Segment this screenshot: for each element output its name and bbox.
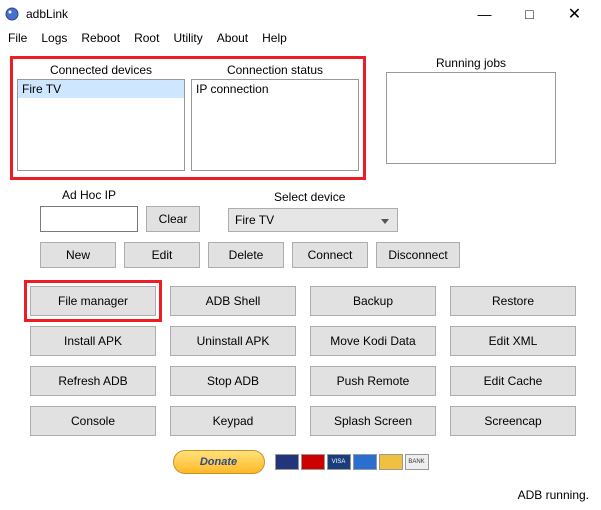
install-apk-button[interactable]: Install APK — [30, 326, 156, 356]
keypad-button[interactable]: Keypad — [170, 406, 296, 436]
backup-button[interactable]: Backup — [310, 286, 436, 316]
move-kodi-data-button[interactable]: Move Kodi Data — [310, 326, 436, 356]
menu-file[interactable]: File — [8, 31, 27, 45]
uninstall-apk-button[interactable]: Uninstall APK — [170, 326, 296, 356]
running-jobs-list[interactable] — [386, 72, 556, 164]
menu-help[interactable]: Help — [262, 31, 287, 45]
menu-root[interactable]: Root — [134, 31, 159, 45]
connection-status-list[interactable]: IP connection — [191, 79, 359, 171]
select-device-dropdown[interactable]: Fire TV — [228, 208, 398, 232]
edit-xml-button[interactable]: Edit XML — [450, 326, 576, 356]
menu-logs[interactable]: Logs — [41, 31, 67, 45]
stop-adb-button[interactable]: Stop ADB — [170, 366, 296, 396]
refresh-adb-button[interactable]: Refresh ADB — [30, 366, 156, 396]
connect-button[interactable]: Connect — [292, 242, 368, 268]
close-button[interactable]: ✕ — [552, 0, 597, 28]
app-icon — [4, 6, 20, 22]
disconnect-button[interactable]: Disconnect — [376, 242, 460, 268]
delete-button[interactable]: Delete — [208, 242, 284, 268]
file-manager-button[interactable]: File manager — [30, 286, 156, 316]
titlebar: adbLink — □ ✕ — [0, 0, 601, 28]
adhoc-ip-label: Ad Hoc IP — [62, 188, 116, 202]
menu-reboot[interactable]: Reboot — [81, 31, 120, 45]
restore-button[interactable]: Restore — [450, 286, 576, 316]
connected-devices-list[interactable]: Fire TV — [17, 79, 185, 171]
app-window: adbLink — □ ✕ File Logs Reboot Root Util… — [0, 0, 601, 510]
list-item: IP connection — [192, 80, 358, 98]
edit-cache-button[interactable]: Edit Cache — [450, 366, 576, 396]
connection-status-label: Connection status — [227, 63, 323, 77]
adb-shell-button[interactable]: ADB Shell — [170, 286, 296, 316]
connected-devices-label: Connected devices — [50, 63, 152, 77]
highlight-top-panels: Connected devices Fire TV Connection sta… — [10, 56, 366, 180]
screencap-button[interactable]: Screencap — [450, 406, 576, 436]
adhoc-ip-input[interactable] — [40, 206, 138, 232]
splash-screen-button[interactable]: Splash Screen — [310, 406, 436, 436]
status-text: ADB running. — [518, 488, 589, 502]
select-device-value: Fire TV — [235, 213, 274, 227]
menu-utility[interactable]: Utility — [173, 31, 202, 45]
menu-about[interactable]: About — [217, 31, 248, 45]
clear-button[interactable]: Clear — [146, 206, 200, 232]
console-button[interactable]: Console — [30, 406, 156, 436]
edit-button[interactable]: Edit — [124, 242, 200, 268]
new-button[interactable]: New — [40, 242, 116, 268]
select-device-label: Select device — [274, 190, 345, 204]
window-title: adbLink — [26, 7, 68, 21]
list-item[interactable]: Fire TV — [18, 80, 184, 98]
maximize-button[interactable]: □ — [507, 0, 552, 28]
menubar: File Logs Reboot Root Utility About Help — [0, 28, 601, 48]
donate-button[interactable]: Donate — [173, 450, 265, 474]
payment-cards-icon: VISA BANK — [275, 454, 429, 470]
push-remote-button[interactable]: Push Remote — [310, 366, 436, 396]
minimize-button[interactable]: — — [462, 0, 507, 28]
running-jobs-label: Running jobs — [436, 56, 506, 70]
